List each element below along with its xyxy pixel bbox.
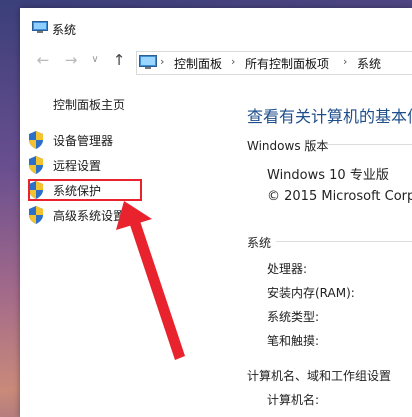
computer-name-section: 计算机名、域和工作组设置 <box>247 369 392 383</box>
ram-label: 安装内存(RAM): <box>267 286 355 300</box>
navigation-bar: ← → ∨ ↑ › 控制面板 › 所有控制面板项 › 系统 <box>20 46 412 76</box>
sidebar-home-link[interactable]: 控制面板主页 <box>53 96 125 113</box>
system-window: 系统 ← → ∨ ↑ › 控制面板 › 所有控制面板项 › 系统 控制面板主页 … <box>20 8 412 417</box>
system-type-label: 系统类型: <box>267 310 320 324</box>
control-panel-icon <box>139 55 157 69</box>
windows-edition-section: Windows 版本 <box>247 139 329 153</box>
breadcrumb-separator: › <box>231 55 236 68</box>
shield-icon <box>29 206 43 224</box>
breadcrumb-all-items[interactable]: 所有控制面板项 <box>245 55 329 72</box>
highlight-box <box>28 179 142 201</box>
sidebar-item-label: 设备管理器 <box>53 134 114 148</box>
breadcrumb-system[interactable]: 系统 <box>357 55 381 72</box>
computer-icon <box>32 21 48 33</box>
window-title: 系统 <box>52 23 77 37</box>
shield-icon <box>29 156 43 174</box>
breadcrumb-separator: › <box>343 55 348 68</box>
shield-icon <box>29 131 43 149</box>
breadcrumb-control-panel[interactable]: 控制面板 <box>174 55 222 72</box>
address-bar[interactable]: › 控制面板 › 所有控制面板项 › 系统 <box>136 51 412 75</box>
title-bar[interactable]: 系统 <box>20 8 412 42</box>
breadcrumb-separator: › <box>160 55 165 68</box>
windows-edition-value: Windows 10 专业版 <box>267 168 389 183</box>
arrow-left-icon[interactable]: ← <box>34 51 52 69</box>
computer-name-label: 计算机名: <box>267 393 320 407</box>
page-title: 查看有关计算机的基本信 <box>247 107 412 126</box>
section-divider <box>326 144 412 145</box>
processor-label: 处理器: <box>267 262 308 276</box>
copyright-text: © 2015 Microsoft Corpo <box>267 189 412 204</box>
chevron-down-icon[interactable]: ∨ <box>86 51 104 69</box>
arrow-right-icon[interactable]: → <box>62 51 80 69</box>
arrow-up-icon[interactable]: ↑ <box>110 51 128 69</box>
sidebar-item-label: 远程设置 <box>53 159 102 173</box>
pen-touch-label: 笔和触摸: <box>267 334 320 348</box>
sidebar-item-label: 高级系统设置 <box>53 209 126 223</box>
system-section: 系统 <box>247 236 272 250</box>
section-divider <box>276 241 412 242</box>
